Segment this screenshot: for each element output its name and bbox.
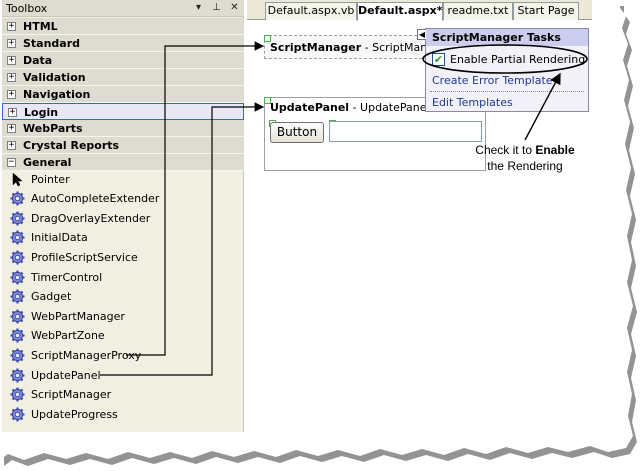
category-label: Crystal Reports <box>23 139 120 152</box>
category-navigation[interactable]: + Navigation <box>2 86 244 103</box>
updatepanel-caption: UpdatePanel - UpdatePanel1 <box>270 101 437 114</box>
gear-component-icon <box>10 289 25 304</box>
expand-icon[interactable]: + <box>7 141 16 150</box>
toolbox-item-dragoverlayextender[interactable]: DragOverlayExtender <box>2 209 244 228</box>
toolbox-item-label: WebPartZone <box>31 329 105 342</box>
gear-component-icon <box>10 230 25 245</box>
designer-surface[interactable]: Default.aspx.vb Default.aspx* readme.txt… <box>247 0 592 432</box>
expand-icon[interactable]: + <box>7 22 16 31</box>
category-label: Validation <box>23 71 86 84</box>
toolbox-item-label: Gadget <box>31 290 72 303</box>
enable-partial-rendering-checkbox[interactable]: ✔ <box>432 53 445 66</box>
callout-text-line2: the Rendering <box>487 159 563 173</box>
toolbox-item-pointer[interactable]: Pointer <box>2 170 244 189</box>
expand-icon[interactable]: + <box>7 73 16 82</box>
toolbox-item-label: Pointer <box>31 173 70 186</box>
pointer-icon <box>12 172 23 187</box>
toolbox-item-scriptmanagerproxy[interactable]: ScriptManagerProxy <box>2 346 244 365</box>
category-label: Data <box>23 54 53 67</box>
dropdown-arrow-icon[interactable]: ▾ <box>192 1 205 14</box>
category-label: HTML <box>23 20 58 33</box>
expand-icon[interactable]: + <box>8 108 17 117</box>
toolbox-item-label: ScriptManagerProxy <box>31 349 142 362</box>
toolbox-item-autocompleteextender[interactable]: AutoCompleteExtender <box>2 189 244 208</box>
expand-icon[interactable]: + <box>7 124 16 133</box>
toolbox-item-timercontrol[interactable]: TimerControl <box>2 268 244 287</box>
gear-component-icon <box>10 328 25 343</box>
document-tabstrip: Default.aspx.vb Default.aspx* readme.txt… <box>247 0 592 21</box>
toolbox-item-label: UpdatePanel <box>31 369 101 382</box>
gear-component-icon <box>10 250 25 265</box>
gear-component-icon <box>10 348 25 363</box>
expand-icon[interactable]: + <box>7 39 16 48</box>
category-label: General <box>23 156 72 169</box>
toolbox-item-label: AutoCompleteExtender <box>31 192 160 205</box>
toolbox-item-updatepanel[interactable]: UpdatePanel <box>2 366 244 385</box>
category-label: Standard <box>23 37 81 50</box>
toolbox-item-label: UpdateProgress <box>31 408 118 421</box>
gear-component-icon <box>10 387 25 402</box>
callout-text-line1: Check it to Enable <box>475 143 575 157</box>
category-label: WebParts <box>23 122 83 135</box>
toolbox-item-label: WebPartManager <box>31 310 125 323</box>
toolbox-item-label: ProfileScriptService <box>31 251 138 264</box>
scriptmanager-type: ScriptManager <box>270 41 362 54</box>
category-login[interactable]: + Login <box>2 103 244 120</box>
gear-component-icon <box>10 270 25 285</box>
textbox-control[interactable] <box>329 121 482 142</box>
toolbox-item-label: DragOverlayExtender <box>31 212 151 225</box>
collapse-icon[interactable]: − <box>7 158 16 167</box>
smarttag-panel: ◀ ScriptManager Tasks ✔ Enable Partial R… <box>417 28 589 112</box>
callout-annotation: Check it to Enable the Rendering <box>470 142 580 174</box>
toolbox-item-gadget[interactable]: Gadget <box>2 287 244 306</box>
toolbox-header: Toolbox ▾ ⊥ ✕ <box>2 0 244 17</box>
category-webparts[interactable]: + WebParts <box>2 120 244 137</box>
create-error-template-link[interactable]: Create Error Template <box>432 74 553 87</box>
toolbox-item-scriptmanager[interactable]: ScriptManager <box>2 385 244 404</box>
close-icon[interactable]: ✕ <box>228 1 241 14</box>
category-html[interactable]: + HTML <box>2 18 244 35</box>
toolbox-item-webpartmanager[interactable]: WebPartManager <box>2 307 244 326</box>
toolbox-item-label: TimerControl <box>31 271 103 284</box>
tab-readme-txt[interactable]: readme.txt <box>443 2 513 20</box>
updatepanel-content: Button <box>267 120 483 145</box>
tab-default-aspx-vb[interactable]: Default.aspx.vb <box>265 2 357 20</box>
category-label: Login <box>24 106 59 119</box>
tab-default-aspx[interactable]: Default.aspx* <box>357 2 443 21</box>
toolbox-item-webpartzone[interactable]: WebPartZone <box>2 326 244 345</box>
gear-component-icon <box>10 368 25 383</box>
tab-start-page[interactable]: Start Page <box>513 2 579 20</box>
category-label: Navigation <box>23 88 91 101</box>
toolbox-item-label: InitialData <box>31 231 88 244</box>
button-control[interactable]: Button <box>270 122 324 143</box>
expand-icon[interactable]: + <box>7 56 16 65</box>
category-crystal-reports[interactable]: + Crystal Reports <box>2 137 244 154</box>
category-data[interactable]: + Data <box>2 52 244 69</box>
gear-component-icon <box>10 309 25 324</box>
toolbox-item-updateprogress[interactable]: UpdateProgress <box>2 405 244 424</box>
updatepanel-type: UpdatePanel <box>270 101 350 114</box>
toolbox-item-profilescriptservice[interactable]: ProfileScriptService <box>2 248 244 267</box>
category-general[interactable]: − General <box>2 154 244 171</box>
edit-templates-link[interactable]: Edit Templates <box>432 96 513 109</box>
enable-partial-rendering-label[interactable]: Enable Partial Rendering <box>450 53 585 66</box>
smarttag-separator <box>430 91 584 92</box>
pin-icon[interactable]: ⊥ <box>210 1 223 14</box>
toolbox-header-controls: ▾ ⊥ ✕ <box>192 1 241 14</box>
expand-icon[interactable]: + <box>7 90 16 99</box>
gear-component-icon <box>10 211 25 226</box>
toolbox-item-initialdata[interactable]: InitialData <box>2 228 244 247</box>
category-standard[interactable]: + Standard <box>2 35 244 52</box>
toolbox-panel: Toolbox ▾ ⊥ ✕ + HTML + Standard + Data +… <box>2 0 244 432</box>
gear-component-icon <box>10 191 25 206</box>
toolbox-title: Toolbox <box>6 2 48 15</box>
toolbox-item-label: ScriptManager <box>31 388 112 401</box>
category-validation[interactable]: + Validation <box>2 69 244 86</box>
smarttag-title: ScriptManager Tasks <box>426 29 588 46</box>
gear-component-icon <box>10 407 25 422</box>
